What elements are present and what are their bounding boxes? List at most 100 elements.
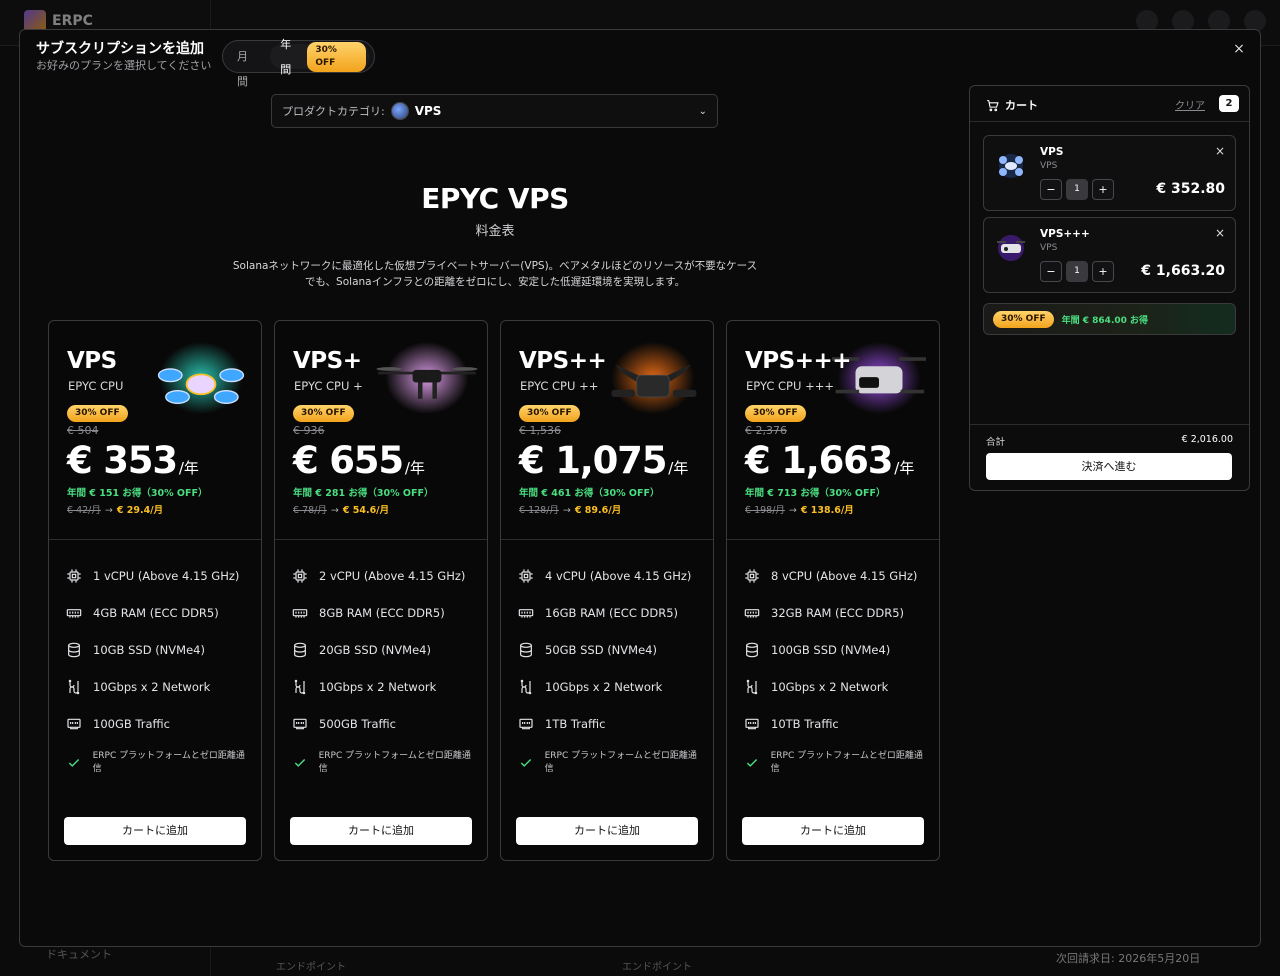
discount-badge: 30% OFF <box>307 41 366 72</box>
page-title: EPYC VPS <box>421 182 569 215</box>
monthly-price: € 42/月 → € 29.4/月 <box>67 502 163 516</box>
savings-text: 年間 € 864.00 お得 <box>1061 315 1149 326</box>
close-modal-button[interactable]: × <box>1230 40 1248 58</box>
cart-item-category: VPS <box>1040 161 1058 171</box>
ram-icon <box>291 604 309 622</box>
arrow-right-icon: → <box>104 505 113 516</box>
increment-button[interactable]: + <box>1092 179 1114 200</box>
monthly-price: € 78/月 → € 54.6/月 <box>293 502 389 516</box>
plan-name: VPS+++ <box>745 348 852 374</box>
plan-price-value: € 655 <box>293 439 404 482</box>
drone-illustration <box>376 341 478 415</box>
cart-total-value: € 2,016.00 <box>1181 434 1233 445</box>
remove-item-button[interactable]: × <box>1215 144 1225 158</box>
plan-cpu: EPYC CPU ++ <box>520 379 599 393</box>
divider <box>275 539 487 540</box>
plan-feature-text: 10Gbps x 2 Network <box>771 680 889 694</box>
yearly-savings: 年間 € 281 お得（30% OFF） <box>293 488 434 499</box>
plan-feature: 1TB Traffic <box>517 715 605 733</box>
decrement-button[interactable]: − <box>1040 261 1062 282</box>
plan-feature: 10Gbps x 2 Network <box>291 678 436 696</box>
checkout-button[interactable]: 決済へ進む <box>986 453 1232 480</box>
modal-title: サブスクリプションを追加 <box>36 41 204 57</box>
billing-monthly-option[interactable]: 月間 <box>227 44 268 88</box>
database-icon <box>517 641 535 659</box>
yearly-savings: 年間 € 713 お得（30% OFF） <box>745 488 886 499</box>
plan-feature-text: 8GB RAM (ECC DDR5) <box>319 606 445 620</box>
plan-price-value: € 353 <box>67 439 178 482</box>
ethernet-icon <box>65 715 83 733</box>
monthly-old-price: € 78/月 <box>293 505 327 516</box>
price-period: /年 <box>178 459 199 477</box>
add-to-cart-button[interactable]: カートに追加 <box>64 817 246 845</box>
check-icon <box>291 754 309 772</box>
network-icon <box>65 678 83 696</box>
cpu-icon <box>65 567 83 585</box>
cart-clear-link[interactable]: クリア <box>1175 97 1205 112</box>
arrow-right-icon: → <box>330 505 339 516</box>
increment-button[interactable]: + <box>1092 261 1114 282</box>
billing-yearly-option[interactable]: 年間 30% OFF <box>270 38 370 76</box>
plan-feature: ERPC プラットフォームとゼロ距離通信 <box>291 750 476 776</box>
cart-item-category: VPS <box>1040 243 1058 253</box>
discount-badge: 30% OFF <box>519 405 580 422</box>
drone-illustration <box>157 341 245 415</box>
plan-feature: 100GB Traffic <box>65 715 170 733</box>
billing-yearly-label: 年間 <box>280 37 292 76</box>
original-price: € 2,376 <box>745 424 787 437</box>
plan-card: VPS EPYC CPU 30% OFF € 504 € 353/年 年間 € … <box>48 320 262 861</box>
plan-name: VPS <box>67 348 117 374</box>
cart-item-name: VPS <box>1040 146 1064 158</box>
cart-panel: カート クリア 2 VPS VPS × − 1 + € 352.80 VPS++… <box>969 85 1250 491</box>
plan-price: € 353/年 <box>67 439 199 482</box>
discount-badge: 30% OFF <box>993 310 1054 328</box>
discount-badge-wrap: 30% OFF <box>67 400 128 422</box>
add-to-cart-button[interactable]: カートに追加 <box>742 817 924 845</box>
plan-feature-text: ERPC プラットフォームとゼロ距離通信 <box>318 751 471 774</box>
quantity-value[interactable]: 1 <box>1066 261 1088 282</box>
plan-cpu: EPYC CPU +++ <box>746 379 834 393</box>
add-subscription-modal: サブスクリプションを追加 お好みのプランを選択してください 月間 年間 30% … <box>19 29 1261 947</box>
check-icon <box>743 754 761 772</box>
plan-name: VPS++ <box>519 348 607 374</box>
plan-feature-text: 50GB SSD (NVMe4) <box>545 643 657 657</box>
chevron-down-icon: ⌄ <box>698 105 707 117</box>
endpoint-label: エンドポイント <box>276 962 346 973</box>
plan-feature-text: 10Gbps x 2 Network <box>93 680 211 694</box>
plan-cpu: EPYC CPU + <box>294 379 363 393</box>
plan-feature-text: 4 vCPU (Above 4.15 GHz) <box>545 569 692 583</box>
add-to-cart-button[interactable]: カートに追加 <box>516 817 698 845</box>
plan-feature: 32GB RAM (ECC DDR5) <box>743 604 904 622</box>
quantity-stepper: − 1 + <box>1040 261 1114 282</box>
vps-drone-thumbnail <box>999 154 1023 178</box>
quantity-value[interactable]: 1 <box>1066 179 1088 200</box>
page-description: Solanaネットワークに最適化した仮想プライベートサーバー(VPS)。ベアメタ… <box>232 260 758 288</box>
add-to-cart-button[interactable]: カートに追加 <box>290 817 472 845</box>
plan-feature-text: 100GB SSD (NVMe4) <box>771 643 891 657</box>
original-price: € 936 <box>293 424 325 437</box>
cart-item-name: VPS+++ <box>1040 228 1090 240</box>
network-icon <box>291 678 309 696</box>
arrow-right-icon: → <box>562 505 571 516</box>
decrement-button[interactable]: − <box>1040 179 1062 200</box>
remove-item-button[interactable]: × <box>1215 226 1225 240</box>
modal-subtitle: お好みのプランを選択してください <box>36 59 212 72</box>
monthly-price: € 198/月 → € 138.6/月 <box>745 502 854 516</box>
plan-price: € 655/年 <box>293 439 425 482</box>
plan-feature-text: 4GB RAM (ECC DDR5) <box>93 606 219 620</box>
plan-feature-text: 10Gbps x 2 Network <box>319 680 437 694</box>
ethernet-icon <box>743 715 761 733</box>
monthly-old-price: € 198/月 <box>745 505 785 516</box>
discount-badge: 30% OFF <box>745 405 806 422</box>
plan-feature: 100GB SSD (NVMe4) <box>743 641 890 659</box>
plan-feature: 10GB SSD (NVMe4) <box>65 641 205 659</box>
plan-feature: 500GB Traffic <box>291 715 396 733</box>
check-icon <box>65 754 83 772</box>
cart-item-amount: € 352.80 <box>1156 181 1225 197</box>
product-category-select[interactable]: プロダクトカテゴリ: VPS ⌄ <box>271 94 718 128</box>
network-icon <box>517 678 535 696</box>
cart-savings-banner: 30% OFF 年間 € 864.00 お得 <box>983 303 1236 335</box>
discount-badge: 30% OFF <box>67 405 128 422</box>
endpoint-label: エンドポイント <box>622 962 692 973</box>
monthly-price: € 128/月 → € 89.6/月 <box>519 502 621 516</box>
